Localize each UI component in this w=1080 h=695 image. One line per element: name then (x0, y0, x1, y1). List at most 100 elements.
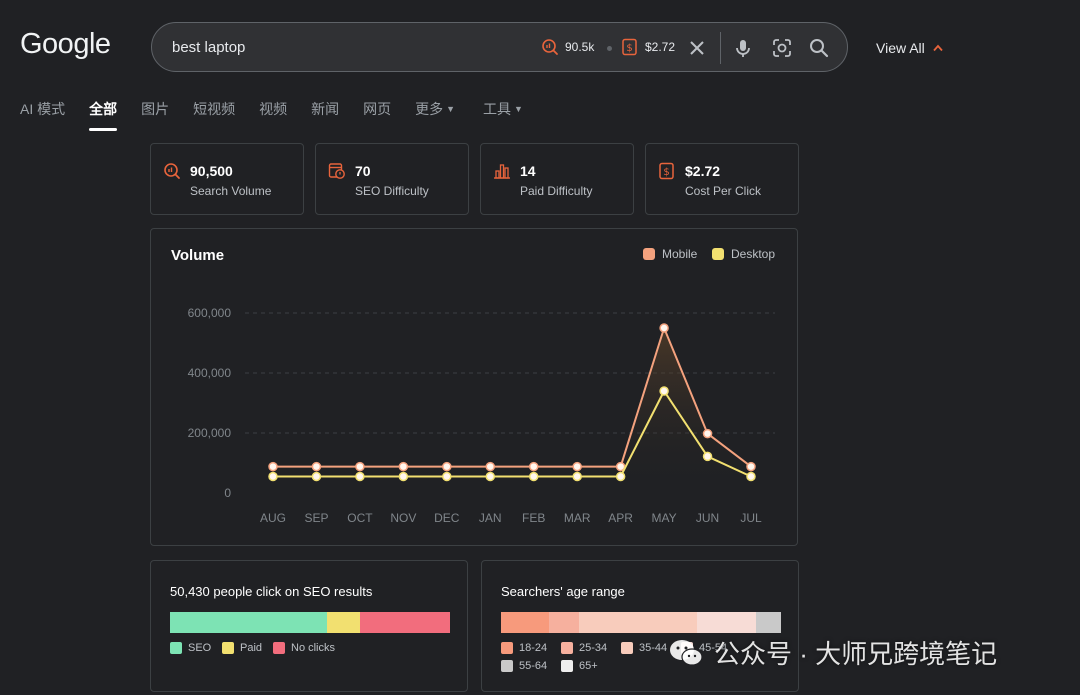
stat-card-seo-difficulty: 70 SEO Difficulty (315, 143, 469, 215)
age-range-card: Searchers' age range 18-24 25-34 35-44 4… (481, 560, 799, 692)
legend-swatch (501, 642, 513, 654)
legend-paid: Paid (222, 642, 262, 654)
data-point-desktop (268, 471, 278, 482)
tab-news[interactable]: 新闻 (311, 99, 339, 131)
tab-web[interactable]: 网页 (363, 99, 391, 131)
bar-segment-18-24 (501, 612, 549, 633)
stat-label: Paid Difficulty (520, 184, 593, 198)
tab-more[interactable]: 更多 ▼ (415, 99, 455, 131)
stat-card-cost-per-click: $ $2.72 Cost Per Click (645, 143, 799, 215)
watermark-text: 公众号 · 大师兄跨境笔记 (714, 639, 998, 669)
data-point-desktop (659, 386, 669, 396)
search-volume-chip-value: 90.5k (565, 40, 595, 54)
legend-no-clicks: No clicks (273, 642, 335, 654)
seo-clicks-bar (170, 612, 450, 633)
bar-segment-45-54 (696, 612, 756, 633)
cost-per-click-icon: $ (659, 162, 674, 180)
data-point-mobile (528, 461, 539, 472)
data-point-desktop (485, 471, 496, 482)
watermark: 公众号 · 大师兄跨境笔记 (668, 634, 997, 671)
caret-down-icon: ▼ (514, 104, 523, 114)
tab-short-videos[interactable]: 短视频 (193, 99, 235, 131)
tab-tools[interactable]: 工具 ▼ (483, 99, 523, 131)
legend-swatch (222, 642, 234, 654)
x-tick-label: NOV (390, 511, 416, 525)
legend-label: Paid (240, 642, 263, 654)
clear-icon[interactable] (686, 37, 708, 59)
data-point-mobile (268, 461, 278, 472)
search-bar[interactable]: best laptop 90.5k $ $2.72 (151, 22, 848, 72)
x-tick-label: FEB (522, 511, 545, 525)
data-point-desktop (702, 451, 713, 462)
data-point-mobile (355, 461, 365, 472)
data-point-desktop (572, 471, 582, 482)
y-tick-label: 200,000 (188, 426, 232, 440)
tab-videos[interactable]: 视频 (259, 99, 287, 131)
data-point-mobile (659, 323, 669, 333)
lens-icon[interactable] (771, 37, 793, 59)
series-area (273, 328, 751, 493)
google-logo[interactable]: Google (20, 28, 111, 61)
legend-swatch (273, 642, 285, 654)
y-tick-label: 400,000 (188, 366, 232, 380)
legend-swatch (561, 642, 573, 654)
data-point-desktop (398, 471, 409, 482)
legend-35-44: 35-44 (621, 642, 667, 654)
legend-swatch (501, 660, 513, 672)
legend-label: SEO (188, 642, 212, 654)
legend-swatch (170, 642, 182, 654)
legend-seo: SEO (170, 642, 211, 654)
microphone-icon[interactable] (732, 37, 754, 59)
data-point-desktop (355, 471, 365, 482)
age-range-bar (501, 612, 781, 633)
stat-label: Cost Per Click (685, 184, 762, 198)
search-icon[interactable] (808, 37, 830, 59)
tab-label: 更多 (415, 101, 444, 117)
stat-card-paid-difficulty: 14 Paid Difficulty (480, 143, 634, 215)
search-volume-icon (542, 39, 558, 55)
legend-swatch (621, 642, 633, 654)
cpc-chip[interactable]: $ $2.72 (621, 38, 675, 56)
legend-18-24: 18-24 (501, 642, 547, 654)
search-volume-chip[interactable]: 90.5k (541, 38, 594, 56)
legend-label: 65+ (579, 660, 598, 672)
stat-card-search-volume: 90,500 Search Volume (150, 143, 304, 215)
tab-label: 视频 (259, 101, 288, 117)
cpc-chip-value: $2.72 (645, 40, 676, 54)
view-all-label: View All (876, 40, 925, 56)
data-point-mobile (311, 461, 322, 472)
tab-label: 工具 (483, 101, 512, 117)
tab-all[interactable]: 全部 (89, 99, 118, 131)
bar-segment-25-34 (548, 612, 580, 633)
x-tick-label: JUN (696, 511, 719, 525)
age-range-title: Searchers' age range (501, 584, 625, 599)
chip-separator (607, 46, 612, 51)
svg-text:$: $ (663, 167, 669, 178)
legend-label: 18-24 (519, 642, 548, 654)
x-tick-label: AUG (260, 511, 286, 525)
x-tick-label: APR (608, 511, 633, 525)
data-point-desktop (528, 471, 539, 482)
seo-difficulty-icon (328, 163, 345, 179)
x-tick-label: OCT (347, 511, 373, 525)
x-tick-label: SEP (304, 511, 328, 525)
data-point-mobile (442, 461, 452, 472)
paid-difficulty-icon (494, 164, 510, 179)
search-input[interactable]: best laptop (172, 39, 245, 56)
x-tick-label: JUL (740, 511, 762, 525)
tab-label: 短视频 (193, 101, 236, 117)
legend-swatch (561, 660, 573, 672)
bar-segment-35-44 (579, 612, 697, 633)
legend-label: No clicks (291, 642, 336, 654)
stat-value: 90,500 (190, 163, 233, 179)
tab-images[interactable]: 图片 (141, 99, 169, 131)
view-all-button[interactable]: View All (876, 40, 943, 56)
tab-ai-mode[interactable]: AI 模式 (20, 99, 65, 131)
data-point-mobile (485, 461, 496, 472)
bar-segment-no-clicks (360, 612, 450, 633)
tab-label: 图片 (141, 101, 170, 117)
search-volume-icon (164, 163, 180, 179)
seo-clicks-title: 50,430 people click on SEO results (170, 584, 373, 599)
data-point-mobile (702, 428, 713, 439)
seo-clicks-card: 50,430 people click on SEO results SEO P… (150, 560, 468, 692)
